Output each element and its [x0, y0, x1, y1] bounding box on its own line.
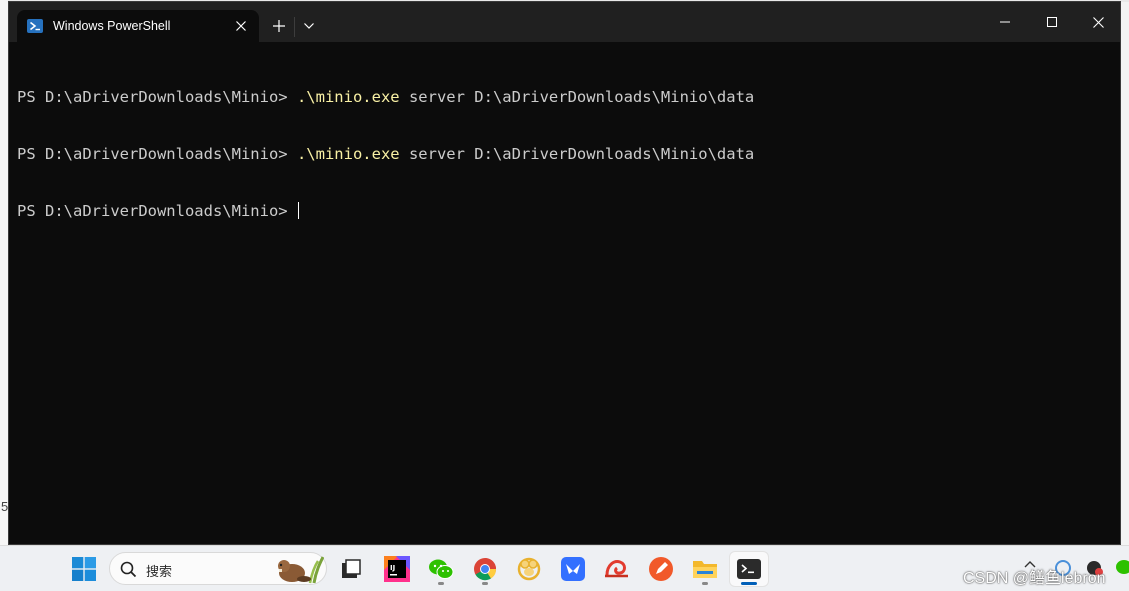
powershell-window[interactable]: Windows PowerShell PS D:\aDriverDownload…: [8, 1, 1121, 545]
terminal-line: PS D:\aDriverDownloads\Minio>: [17, 202, 754, 221]
prompt: PS D:\aDriverDownloads\Minio>: [17, 145, 297, 163]
title-bar[interactable]: Windows PowerShell: [9, 2, 1120, 42]
command: .\minio.exe: [296, 88, 400, 106]
pen-app-icon[interactable]: [642, 552, 680, 586]
terminal-icon[interactable]: [730, 552, 768, 586]
taskbar-search[interactable]: 搜索: [109, 552, 327, 585]
feishu-icon[interactable]: [554, 552, 592, 586]
text-cursor: [297, 202, 300, 219]
chevron-down-icon[interactable]: [295, 12, 323, 40]
tab-close-icon[interactable]: [227, 12, 255, 40]
search-placeholder: 搜索: [146, 565, 173, 580]
terminal-output[interactable]: PS D:\aDriverDownloads\Minio> .\minio.ex…: [17, 50, 754, 259]
command-args: server D:\aDriverDownloads\Minio\data: [399, 145, 755, 163]
snail-app-icon[interactable]: [598, 552, 636, 586]
csdn-watermark: CSDN @鳝鱼lebron: [963, 570, 1106, 587]
powershell-icon: [27, 19, 43, 33]
wechat-icon[interactable]: [422, 552, 460, 586]
tab-title: Windows PowerShell: [53, 19, 171, 33]
tray-wechat-icon[interactable]: [1115, 558, 1129, 576]
beaver-illustration-icon: [278, 556, 324, 584]
running-indicator: [438, 582, 444, 585]
running-indicator: [702, 582, 708, 585]
terminal-line: PS D:\aDriverDownloads\Minio> .\minio.ex…: [17, 88, 754, 107]
navicat-icon[interactable]: [510, 552, 548, 586]
terminal-line: PS D:\aDriverDownloads\Minio> .\minio.ex…: [17, 145, 754, 164]
close-icon[interactable]: [1075, 2, 1121, 42]
tab-powershell[interactable]: Windows PowerShell: [17, 10, 259, 42]
prompt: PS D:\aDriverDownloads\Minio>: [17, 202, 297, 220]
command: .\minio.exe: [296, 145, 400, 163]
search-icon: [120, 561, 137, 578]
svg-text:IJ: IJ: [390, 564, 395, 572]
command-args: server D:\aDriverDownloads\Minio\data: [399, 88, 755, 106]
running-indicator: [482, 582, 488, 585]
jetbrains-icon[interactable]: IJ: [378, 552, 416, 586]
background-window-edge: 5: [0, 0, 8, 545]
active-indicator: [741, 582, 757, 585]
prompt: PS D:\aDriverDownloads\Minio>: [17, 88, 297, 106]
windows-start-icon[interactable]: [65, 552, 103, 586]
file-explorer-icon[interactable]: [686, 552, 724, 586]
maximize-icon[interactable]: [1029, 2, 1075, 42]
file-manager-icon[interactable]: [332, 552, 370, 586]
new-tab-plus-icon[interactable]: [265, 12, 293, 40]
minimize-icon[interactable]: [982, 2, 1028, 42]
chrome-icon[interactable]: [466, 552, 504, 586]
taskbar: 搜索 IJ CSDN @鳝鱼lebron: [0, 545, 1129, 591]
